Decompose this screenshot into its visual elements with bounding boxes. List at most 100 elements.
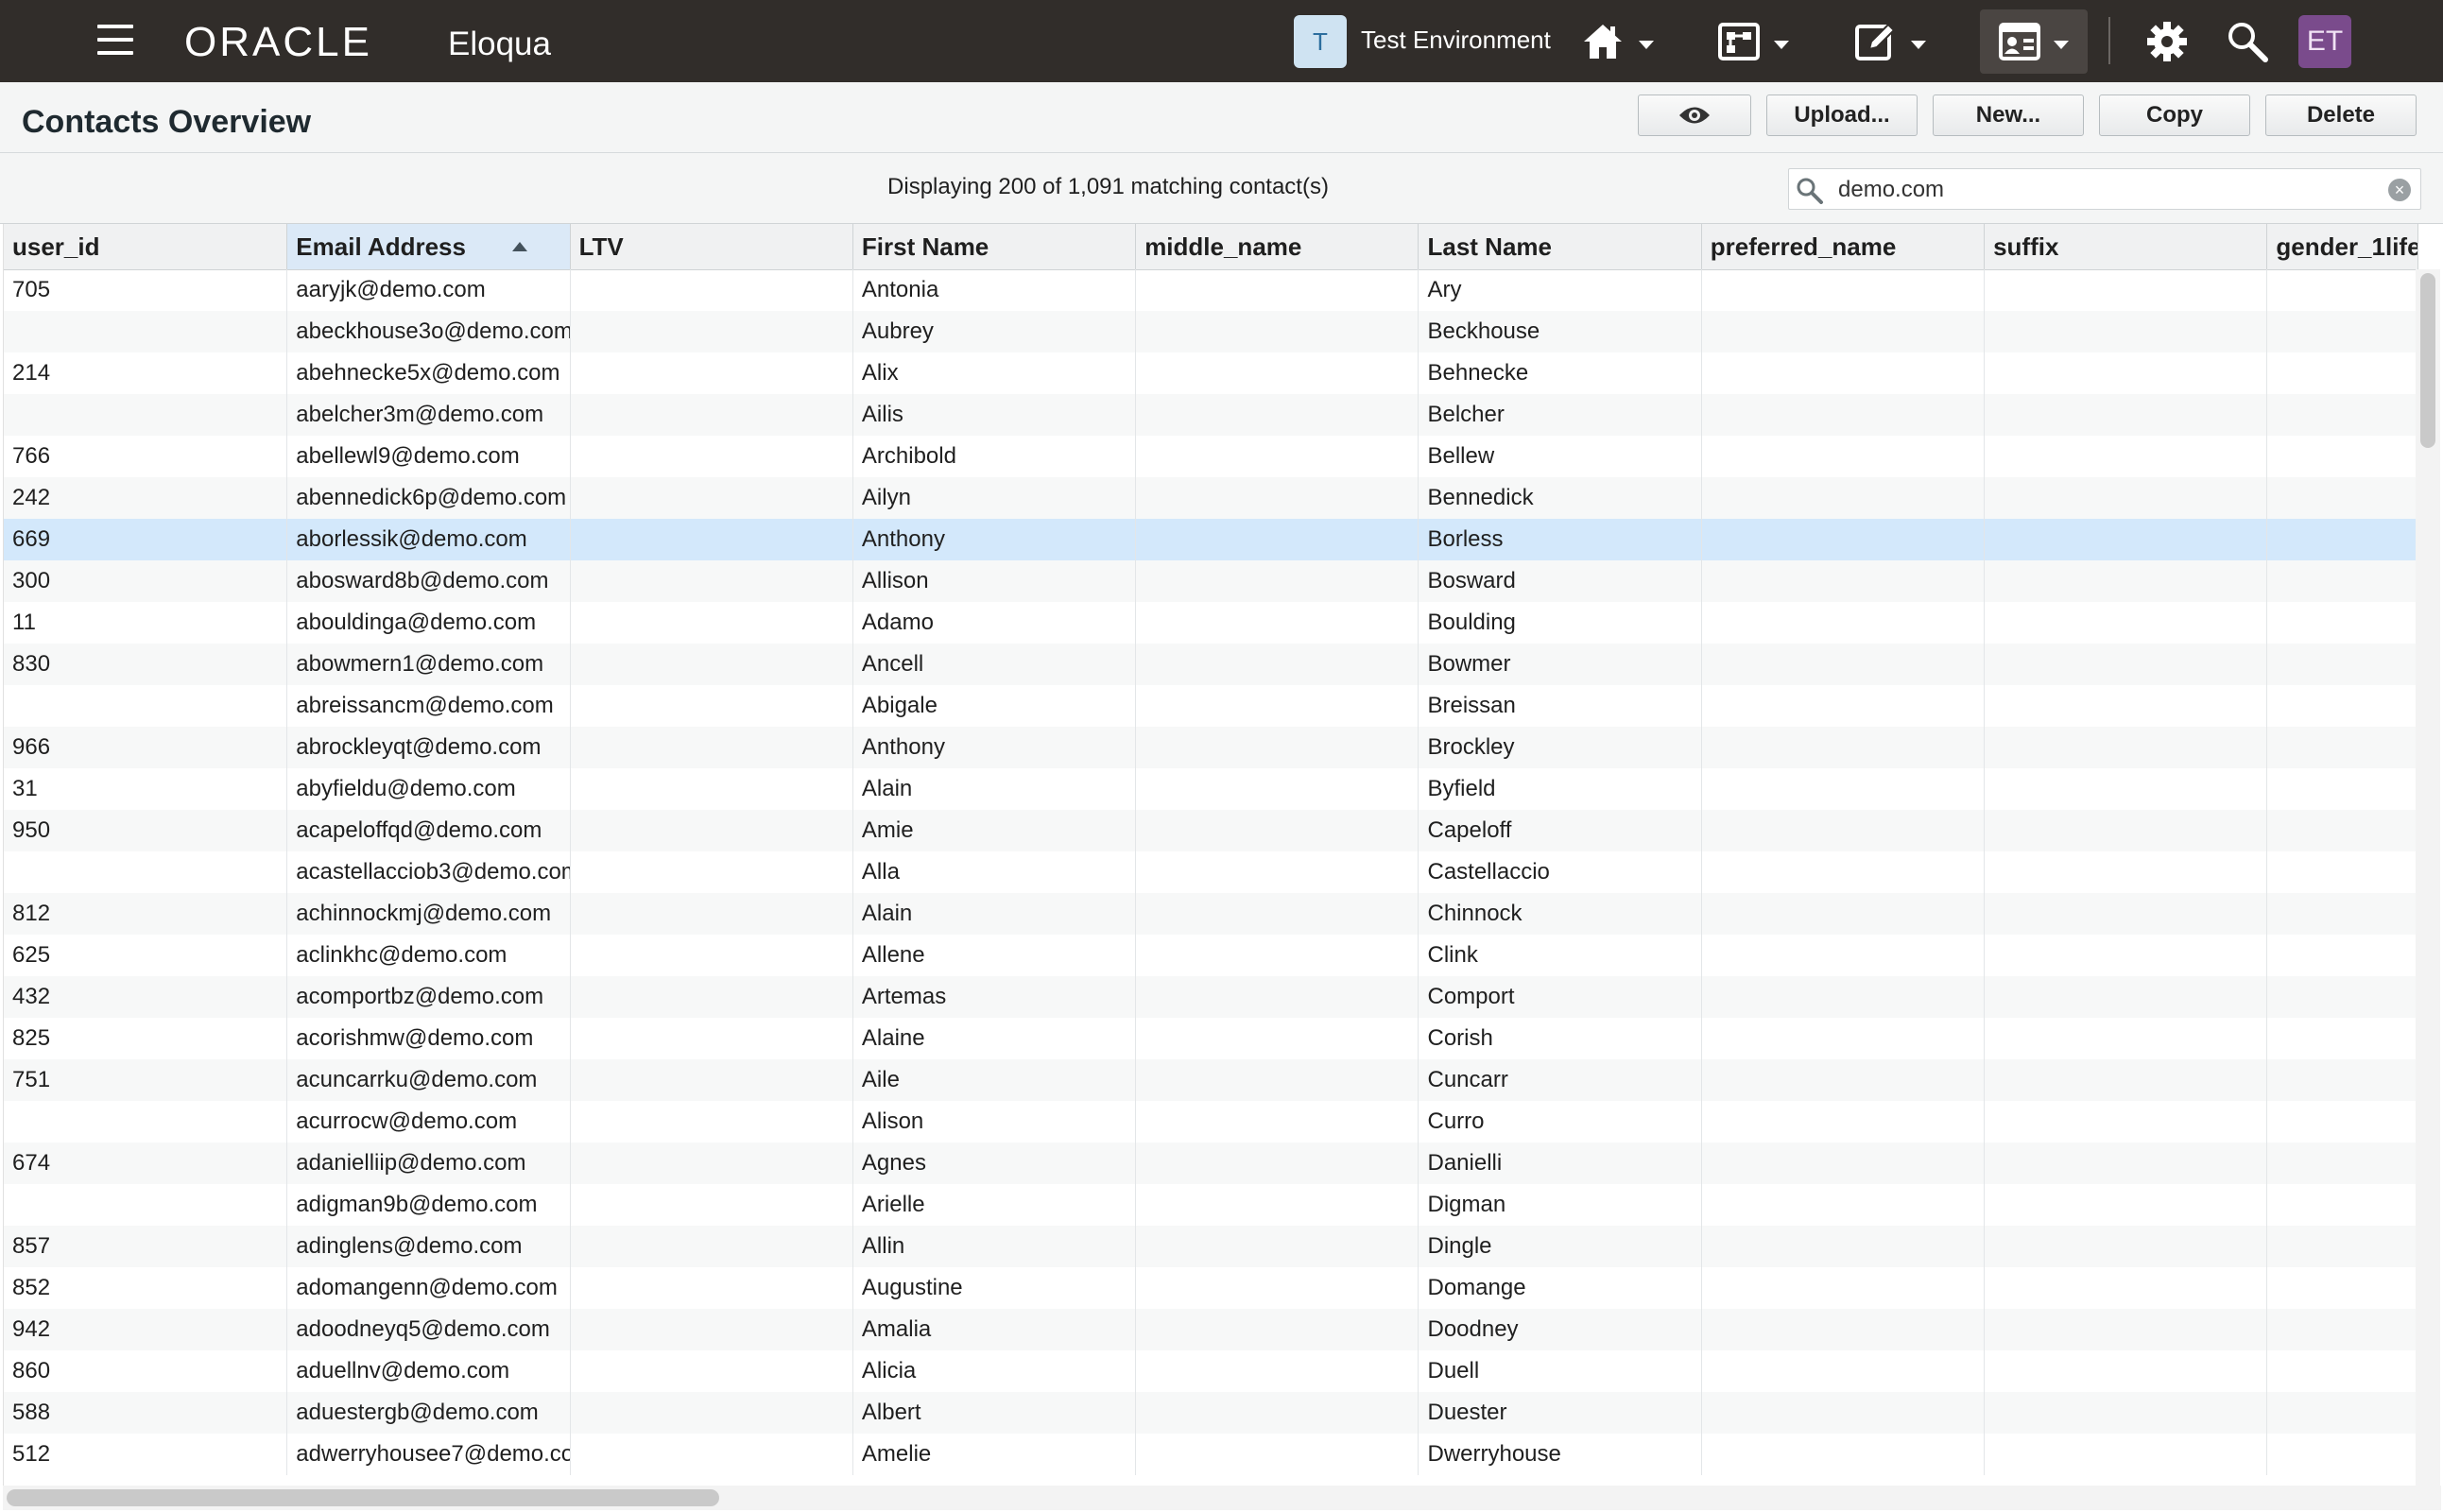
- column-header-email-address[interactable]: Email Address: [287, 224, 571, 269]
- cell-last-name: Cuncarr: [1419, 1059, 1702, 1101]
- cell-preferred-name: [1702, 1392, 1986, 1434]
- copy-button[interactable]: Copy: [2099, 94, 2250, 136]
- table-row[interactable]: 11 abouldinga@demo.com Adamo Boulding: [4, 602, 2418, 644]
- cell-suffix: [1985, 269, 2268, 311]
- table-row[interactable]: 705 aaryjk@demo.com Antonia Ary: [4, 269, 2418, 311]
- cell-middle-name: [1136, 810, 1419, 851]
- cell-ltv: [571, 602, 853, 644]
- new-button[interactable]: New...: [1933, 94, 2084, 136]
- table-row[interactable]: 812 achinnockmj@demo.com Alain Chinnock: [4, 893, 2418, 935]
- hamburger-menu-icon[interactable]: [97, 25, 133, 57]
- table-row[interactable]: 432 acomportbz@demo.com Artemas Comport: [4, 976, 2418, 1018]
- cell-suffix: [1985, 1350, 2268, 1392]
- cell-email-address: abowmern1@demo.com: [287, 644, 571, 685]
- environment-name[interactable]: Test Environment: [1361, 26, 1551, 55]
- cell-preferred-name: [1702, 768, 1986, 810]
- cell-gender: [2267, 851, 2418, 893]
- global-search-button[interactable]: [2226, 9, 2269, 74]
- cell-middle-name: [1136, 269, 1419, 311]
- user-avatar[interactable]: ET: [2298, 15, 2351, 68]
- cell-middle-name: [1136, 352, 1419, 394]
- cell-suffix: [1985, 311, 2268, 352]
- cell-gender: [2267, 1434, 2418, 1475]
- table-row[interactable]: abeckhouse3o@demo.com Aubrey Beckhouse: [4, 311, 2418, 352]
- table-row[interactable]: 669 aborlessik@demo.com Anthony Borless: [4, 519, 2418, 560]
- delete-button[interactable]: Delete: [2265, 94, 2417, 136]
- search-input[interactable]: [1836, 173, 2369, 207]
- cell-preferred-name: [1702, 1226, 1986, 1267]
- assets-menu[interactable]: [1854, 9, 1926, 74]
- campaigns-menu[interactable]: [1717, 9, 1789, 74]
- table-row[interactable]: 825 acorishmw@demo.com Alaine Corish: [4, 1018, 2418, 1059]
- table-row[interactable]: 766 abellewl9@demo.com Archibold Bellew: [4, 436, 2418, 477]
- clear-icon[interactable]: ×: [2388, 179, 2411, 201]
- column-header-preferred-name[interactable]: preferred_name: [1702, 224, 1986, 269]
- cell-user-id: 825: [4, 1018, 288, 1059]
- cell-first-name: Augustine: [853, 1267, 1137, 1309]
- vertical-scroll-thumb[interactable]: [2420, 273, 2435, 448]
- table-row[interactable]: 857 adinglens@demo.com Allin Dingle: [4, 1226, 2418, 1267]
- table-row[interactable]: acastellacciob3@demo.com Alla Castellaccio: [4, 851, 2418, 893]
- contact-search[interactable]: ×: [1788, 168, 2421, 210]
- table-row[interactable]: abelcher3m@demo.com Ailis Belcher: [4, 394, 2418, 436]
- column-header-gender[interactable]: gender_1life: [2267, 224, 2418, 269]
- grid-header: user_id Email Address LTV First Name middle_…: [4, 224, 2418, 270]
- cell-first-name: Amelie: [853, 1434, 1137, 1475]
- table-row[interactable]: 512 adwerryhousee7@demo.com Amelie Dwerryho…: [4, 1434, 2418, 1475]
- table-row[interactable]: 242 abennedick6p@demo.com Ailyn Bennedick: [4, 477, 2418, 519]
- cell-suffix: [1985, 810, 2268, 851]
- preview-button[interactable]: [1638, 94, 1751, 136]
- cell-gender: [2267, 352, 2418, 394]
- cell-gender: [2267, 768, 2418, 810]
- cell-middle-name: [1136, 851, 1419, 893]
- cell-first-name: Archibold: [853, 436, 1137, 477]
- table-row[interactable]: 674 adanielliip@demo.com Agnes Danielli: [4, 1143, 2418, 1184]
- settings-button[interactable]: [2145, 9, 2189, 74]
- table-row[interactable]: adigman9b@demo.com Arielle Digman: [4, 1184, 2418, 1226]
- table-row[interactable]: 625 aclinkhc@demo.com Allene Clink: [4, 935, 2418, 976]
- table-row[interactable]: 852 adomangenn@demo.com Augustine Domange: [4, 1267, 2418, 1309]
- cell-ltv: [571, 477, 853, 519]
- contacts-menu[interactable]: [1980, 9, 2088, 74]
- environment-badge[interactable]: T: [1294, 15, 1347, 68]
- table-row[interactable]: 588 aduestergb@demo.com Albert Duester: [4, 1392, 2418, 1434]
- cell-middle-name: [1136, 1309, 1419, 1350]
- column-header-first-name[interactable]: First Name: [853, 224, 1137, 269]
- cell-preferred-name: [1702, 352, 1986, 394]
- cell-suffix: [1985, 685, 2268, 727]
- table-row[interactable]: 300 abosward8b@demo.com Allison Bosward: [4, 560, 2418, 602]
- table-row[interactable]: 860 aduellnv@demo.com Alicia Duell: [4, 1350, 2418, 1392]
- cell-suffix: [1985, 893, 2268, 935]
- column-header-user-id[interactable]: user_id: [4, 224, 288, 269]
- column-header-middle-name[interactable]: middle_name: [1136, 224, 1419, 269]
- horizontal-scrollbar[interactable]: [3, 1486, 2441, 1510]
- cell-last-name: Dwerryhouse: [1419, 1434, 1702, 1475]
- cell-preferred-name: [1702, 644, 1986, 685]
- top-nav-bar: ORACLE Eloqua T Test Environment ET: [0, 0, 2443, 82]
- cell-middle-name: [1136, 1143, 1419, 1184]
- table-row[interactable]: 830 abowmern1@demo.com Ancell Bowmer: [4, 644, 2418, 685]
- table-row[interactable]: 214 abehnecke5x@demo.com Alix Behnecke: [4, 352, 2418, 394]
- vertical-scrollbar[interactable]: [2416, 269, 2440, 1486]
- column-header-ltv[interactable]: LTV: [571, 224, 853, 269]
- column-header-last-name[interactable]: Last Name: [1419, 224, 1702, 269]
- table-row[interactable]: acurrocw@demo.com Alison Curro: [4, 1101, 2418, 1143]
- cell-suffix: [1985, 1226, 2268, 1267]
- upload-button[interactable]: Upload...: [1766, 94, 1918, 136]
- table-row[interactable]: abreissancm@demo.com Abigale Breissan: [4, 685, 2418, 727]
- table-row[interactable]: 966 abrockleyqt@demo.com Anthony Brockley: [4, 727, 2418, 768]
- table-row[interactable]: 31 abyfieldu@demo.com Alain Byfield: [4, 768, 2418, 810]
- cell-preferred-name: [1702, 1434, 1986, 1475]
- horizontal-scroll-thumb[interactable]: [7, 1489, 719, 1506]
- table-row[interactable]: 942 adoodneyq5@demo.com Amalia Doodney: [4, 1309, 2418, 1350]
- chevron-down-icon: [2054, 40, 2069, 49]
- column-header-suffix[interactable]: suffix: [1985, 224, 2268, 269]
- table-row[interactable]: 751 acuncarrku@demo.com Aile Cuncarr: [4, 1059, 2418, 1101]
- column-header-label: gender_1life: [2276, 232, 2418, 261]
- cell-email-address: abrockleyqt@demo.com: [287, 727, 571, 768]
- home-menu[interactable]: [1580, 9, 1654, 74]
- cell-middle-name: [1136, 1059, 1419, 1101]
- chevron-down-icon: [1639, 40, 1654, 49]
- cell-suffix: [1985, 727, 2268, 768]
- table-row[interactable]: 950 acapeloffqd@demo.com Amie Capeloff: [4, 810, 2418, 851]
